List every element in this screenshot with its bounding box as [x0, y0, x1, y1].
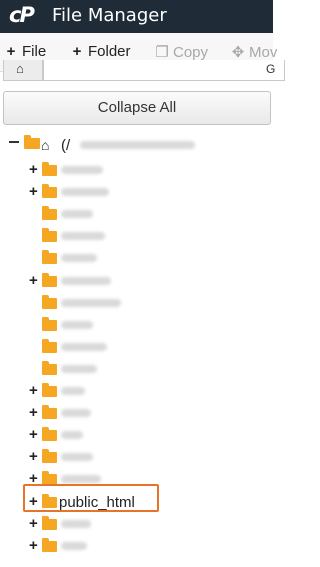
folder-open-icon [24, 135, 40, 149]
redacted-folder-name [61, 210, 93, 218]
redacted-folder-name [61, 453, 93, 461]
expand-icon[interactable]: + [29, 516, 38, 532]
move-button[interactable]: ✥ Mov [231, 43, 278, 61]
collapse-all-button[interactable]: Collapse All [3, 91, 271, 125]
redacted-folder-name [61, 188, 109, 196]
home-button[interactable]: ⌂ [3, 60, 43, 81]
copy-icon: ❐ [155, 44, 169, 61]
folder-icon [42, 228, 57, 242]
copy-label: Copy [173, 44, 209, 61]
root-folder-label[interactable]: (/ [61, 137, 70, 154]
title-bar: cP File Manager [0, 0, 273, 33]
redacted-folder-name [61, 365, 97, 373]
redacted-folder-name [61, 520, 91, 528]
folder-icon [42, 538, 57, 552]
home-icon: ⌂ [16, 61, 24, 76]
folder-icon [42, 383, 57, 397]
highlight-box [23, 484, 159, 512]
expand-icon[interactable]: + [29, 162, 38, 178]
copy-button[interactable]: ❐ Copy [155, 43, 208, 61]
folder-icon [42, 361, 57, 375]
folder-icon [42, 250, 57, 264]
folder-icon [42, 273, 57, 287]
redacted-folder-name [61, 277, 111, 285]
new-file-label: File [22, 43, 47, 60]
expand-icon[interactable]: + [29, 427, 38, 443]
redacted-folder-name [61, 254, 97, 262]
plus-icon: + [72, 43, 82, 60]
folder-icon [42, 317, 57, 331]
expand-icon[interactable]: + [29, 273, 38, 289]
path-bar: ⌂ G [0, 60, 285, 82]
redacted-folder-name [61, 299, 121, 307]
new-folder-label: Folder [88, 43, 131, 60]
app-title: File Manager [52, 5, 167, 26]
folder-icon [42, 295, 57, 309]
folder-icon [42, 339, 57, 353]
expand-icon[interactable]: + [29, 449, 38, 465]
redacted-folder-name [61, 542, 87, 550]
folder-icon [42, 405, 57, 419]
expand-icon[interactable]: + [29, 383, 38, 399]
home-icon: ⌂ [41, 137, 50, 153]
redacted-folder-name [61, 166, 103, 174]
redacted-folder-name [61, 431, 83, 439]
move-icon: ✥ [231, 44, 245, 61]
go-button-text[interactable]: G [266, 62, 275, 76]
folder-icon [42, 427, 57, 441]
folder-icon [42, 449, 57, 463]
expand-icon[interactable]: + [29, 538, 38, 554]
cpanel-logo: cP [9, 3, 35, 27]
new-file-button[interactable]: + File [4, 43, 47, 60]
new-folder-button[interactable]: + Folder [70, 43, 131, 60]
folder-icon [42, 162, 57, 176]
collapse-root-icon[interactable] [9, 141, 19, 143]
folder-icon [42, 516, 57, 530]
redacted-folder-name [61, 321, 93, 329]
redacted-folder-name [61, 409, 91, 417]
redacted-folder-name [61, 387, 85, 395]
redacted-path [80, 141, 195, 149]
expand-icon[interactable]: + [29, 184, 38, 200]
expand-icon[interactable]: + [29, 405, 38, 421]
path-input[interactable]: G [43, 60, 285, 81]
folder-icon [42, 206, 57, 220]
redacted-folder-name [61, 343, 107, 351]
redacted-folder-name [61, 232, 105, 240]
plus-icon: + [6, 43, 16, 60]
redacted-folder-name [61, 475, 101, 483]
move-label: Mov [249, 44, 278, 61]
folder-icon [42, 184, 57, 198]
